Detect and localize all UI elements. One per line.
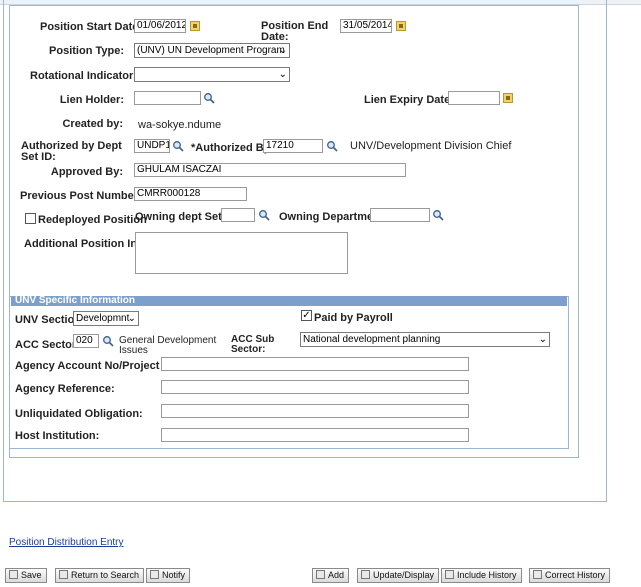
- include-history-button[interactable]: Include History: [441, 568, 522, 583]
- authorized-by-dept-set-id-field[interactable]: UNDP1: [134, 139, 170, 153]
- agency-reference-label: Agency Reference:: [15, 383, 115, 395]
- correct-history-label: Correct History: [545, 570, 606, 580]
- notify-button[interactable]: Notify: [146, 568, 191, 583]
- paid-by-payroll-label: Paid by Payroll: [314, 312, 393, 324]
- acc-sub-sector-value: National development planning: [303, 334, 441, 345]
- add-label: Add: [328, 570, 345, 580]
- search-icon: [59, 570, 68, 579]
- save-button[interactable]: Save: [5, 568, 47, 583]
- paid-by-payroll-checkbox[interactable]: ✓: [301, 310, 312, 321]
- calendar-icon[interactable]: [396, 21, 406, 31]
- created-by-value: wa-sokye.ndume: [138, 119, 222, 131]
- host-institution-field[interactable]: [161, 428, 469, 442]
- chevron-down-icon: ⌄: [127, 313, 136, 324]
- position-type-label: Position Type:: [49, 45, 124, 57]
- magnifier-icon[interactable]: [203, 92, 215, 104]
- return-to-search-label: Return to Search: [71, 570, 140, 580]
- agency-account-field[interactable]: [161, 357, 469, 371]
- rotational-indicator-select[interactable]: ⌄: [134, 67, 290, 82]
- additional-position-info-label: Additional Position Info:: [24, 238, 152, 250]
- chevron-down-icon: ⌄: [538, 334, 547, 345]
- position-type-select[interactable]: (UNV) UN Development Program ⌄: [134, 43, 290, 58]
- lien-holder-field[interactable]: [134, 91, 201, 105]
- correct-history-button[interactable]: Correct History: [529, 568, 611, 583]
- redeployed-position-label: Redeployed Position: [38, 214, 147, 226]
- return-to-search-button[interactable]: Return to Search: [55, 568, 145, 583]
- acc-sub-sector-select[interactable]: National development planning ⌄: [300, 332, 550, 347]
- acc-sector-label: ACC Sector:: [15, 339, 80, 351]
- magnifier-icon[interactable]: [258, 209, 270, 221]
- position-end-date-label: Position End Date:: [261, 20, 329, 43]
- chevron-down-icon: ⌄: [278, 69, 287, 80]
- save-button-label: Save: [21, 570, 42, 580]
- lien-expiry-date-field[interactable]: [448, 91, 500, 105]
- authorized-by-label: *Authorized By:: [191, 142, 274, 154]
- unv-section-value: Developmnt: [76, 313, 130, 324]
- rotational-indicator-label: Rotational Indicator:: [30, 70, 137, 82]
- position-end-date-field[interactable]: 31/05/2014: [340, 19, 392, 33]
- authorized-by-description: UNV/Development Division Chief: [350, 140, 512, 152]
- add-button[interactable]: Add: [312, 568, 350, 583]
- position-distribution-entry-link[interactable]: Position Distribution Entry: [9, 537, 124, 548]
- previous-post-number-label: Previous Post Number:: [20, 190, 142, 202]
- update-display-label: Update/Display: [373, 570, 435, 580]
- acc-sector-field[interactable]: 020: [73, 334, 99, 348]
- owning-dept-set-id-field[interactable]: [221, 208, 255, 222]
- position-type-value: (UNV) UN Development Program: [137, 45, 285, 56]
- unv-section-select[interactable]: Developmnt ⌄: [73, 311, 139, 326]
- approved-by-label: Approved By:: [50, 166, 123, 178]
- additional-position-info-textarea[interactable]: [135, 232, 348, 274]
- update-display-icon: [361, 570, 370, 579]
- approved-by-field[interactable]: GHULAM ISACZAI: [134, 163, 406, 177]
- owning-department-field[interactable]: [370, 208, 430, 222]
- position-start-date-field[interactable]: 01/06/2012: [134, 19, 186, 33]
- host-institution-label: Host Institution:: [15, 430, 100, 442]
- position-start-date-label: Position Start Date:: [40, 21, 143, 33]
- calendar-icon[interactable]: [503, 93, 513, 103]
- redeployed-position-checkbox[interactable]: [25, 213, 36, 224]
- unliquidated-obligation-field[interactable]: [161, 404, 469, 418]
- unliquidated-obligation-label: Unliquidated Obligation:: [15, 408, 143, 420]
- magnifier-icon[interactable]: [102, 335, 114, 347]
- include-history-label: Include History: [457, 570, 517, 580]
- add-icon: [316, 570, 325, 579]
- notify-icon: [150, 570, 159, 579]
- previous-post-number-field[interactable]: CMRR000128: [134, 187, 247, 201]
- acc-sector-description: General Development Issues: [119, 335, 217, 356]
- magnifier-icon[interactable]: [172, 140, 184, 152]
- update-display-button[interactable]: Update/Display: [357, 568, 440, 583]
- magnifier-icon[interactable]: [326, 140, 338, 152]
- include-history-icon: [445, 570, 454, 579]
- lien-holder-label: Lien Holder:: [59, 94, 124, 106]
- agency-reference-field[interactable]: [161, 380, 469, 394]
- save-icon: [9, 570, 18, 579]
- calendar-icon[interactable]: [190, 21, 200, 31]
- authorized-by-field[interactable]: 17210: [263, 139, 323, 153]
- chevron-down-icon: ⌄: [278, 45, 287, 56]
- acc-sub-sector-label: ACC Sub Sector:: [231, 334, 275, 355]
- lien-expiry-date-label: Lien Expiry Date:: [364, 94, 454, 106]
- notify-label: Notify: [162, 570, 186, 580]
- magnifier-icon[interactable]: [432, 209, 444, 221]
- unv-section-header: UNV Specific Information: [11, 296, 567, 306]
- authorized-by-dept-set-id-label: Authorized by Dept Set ID:: [21, 140, 122, 163]
- created-by-label: Created by:: [62, 118, 123, 130]
- correct-history-icon: [533, 570, 542, 579]
